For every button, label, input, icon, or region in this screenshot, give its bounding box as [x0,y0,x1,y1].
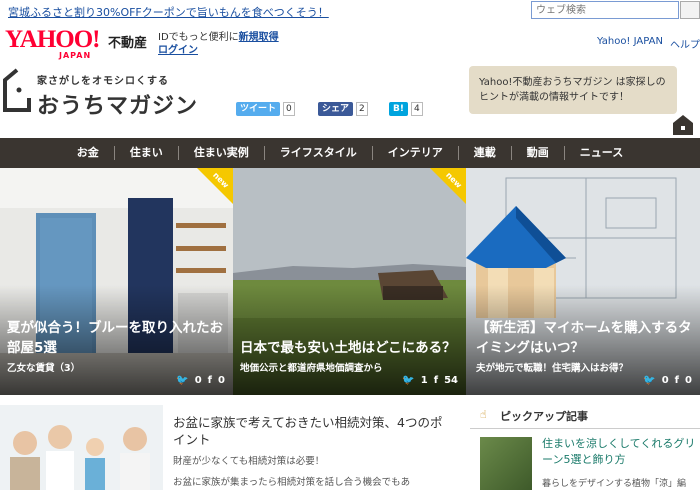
facebook-icon: f [433,375,439,386]
share-count: 2 [356,101,368,116]
twitter-icon: 🐦 [402,375,415,386]
twitter-icon: 🐦 [176,375,189,386]
help-link[interactable]: ヘルプ [670,36,700,51]
twitter-icon: 🐦 [643,375,656,386]
yahoo-logo[interactable]: YAHOO! [5,27,100,52]
like-count: 54 [444,375,458,386]
divider [470,428,700,429]
tweet-button[interactable]: ツイート [236,101,281,116]
login-link[interactable]: ログイン [158,41,198,56]
card-title: 日本で最も安い土地はどこにある？ [240,340,456,356]
card-title: 【新生活】マイホームを購入するタイミングはいつ？ [476,320,692,356]
nav-item-series[interactable]: 連載 [459,146,512,160]
card-subtitle: 地価公示と都道府県地価調査から [240,363,383,374]
tweet-count: 0 [194,375,202,386]
featured-card[interactable]: new 日本で最も安い土地はどこにある？ 地価公示と都道府県地価調査から 🐦 1 … [233,168,466,395]
brand-name[interactable]: おうちマガジン [37,88,198,120]
new-badge-icon: new [430,168,466,204]
share-widget[interactable]: シェア 2 [318,101,368,116]
hatena-widget[interactable]: B! 4 [389,101,423,116]
card-subtitle: 乙女な賃貸（3） [7,363,81,374]
featured-card[interactable]: new 夏が似合う！ブルーを取り入れたお部屋5選 乙女な賃貸（3） 🐦 0 f0 [0,168,233,395]
new-badge-icon: new [197,168,233,204]
nav-item-news[interactable]: ニュース [565,146,638,160]
yahoo-japan-link[interactable]: Yahoo! JAPAN [597,36,663,47]
nav-item-lifestyle[interactable]: ライフスタイル [265,146,373,160]
pickup-title[interactable]: 住まいを涼しくしてくれるグリーン5選と飾り方 [542,436,700,468]
tweet-widget[interactable]: ツイート 0 [236,101,295,116]
featured-card[interactable]: 【新生活】マイホームを購入するタイミングはいつ？ 夫が地元で転職！住宅購入はお得… [466,168,700,395]
service-name[interactable]: 不動産 [108,32,147,51]
facebook-icon: f [674,375,680,386]
nav-item-housing[interactable]: 住まい [115,146,179,160]
card-counts: 🐦 0 f0 [176,375,225,386]
signup-link[interactable]: 新規取得 [239,32,279,43]
promo-link[interactable]: 宮城ふるさと割り30%OFFクーポンで旨いもんを食べつくそう！ [8,4,329,20]
article-lead: 財産が少なくても相続対策は必要！ [173,456,325,467]
nav-item-video[interactable]: 動画 [512,146,565,160]
web-search-input[interactable] [531,1,679,19]
hatena-bookmark-button[interactable]: B! [389,101,408,116]
brand-tagline: 家さがしをオモシロくする [37,76,169,87]
article-title[interactable]: お盆に家族で考えておきたい相続対策、4つのポイント [173,414,443,448]
search-button[interactable] [680,1,700,19]
pointer-icon: ☝ [480,408,487,421]
tweet-count: 0 [283,101,295,116]
main-nav: お金 住まい 住まい実例 ライフスタイル インテリア 連載 動画 ニュース [0,138,700,168]
pickup-subtitle: 暮らしをデザインする植物「涼」編 [542,479,687,489]
house-logo-icon[interactable] [3,68,31,112]
card-title: 夏が似合う！ブルーを取り入れたお部屋5選 [7,320,223,356]
intro-bubble: Yahoo!不動産おうちマガジン は家探しのヒントが満載の情報サイトです！ [469,66,677,114]
facebook-icon: f [207,375,213,386]
pickup-heading: ピックアップ記事 [500,410,588,423]
yahoo-logo-sub: JAPAN [59,51,92,60]
card-subtitle: 夫が地元で転職！住宅購入はお得？ [476,363,629,374]
card-counts: 🐦 0 f0 [643,375,692,386]
hatena-count: 4 [410,101,423,116]
nav-item-interior[interactable]: インテリア [373,146,459,160]
article-thumbnail[interactable] [0,405,163,490]
article-desc: お盆に家族が集まったら相続対策を話し合う機会でもあ [173,477,411,488]
facebook-share-button[interactable]: シェア [318,101,354,116]
like-count: 0 [685,375,692,386]
tweet-count: 0 [661,375,669,386]
family-photo [0,405,163,490]
house-icon [673,115,693,135]
tweet-count: 1 [420,375,428,386]
top-bar: 宮城ふるさと割り30%OFFクーポンで旨いもんを食べつくそう！ [0,0,700,22]
pickup-thumbnail[interactable] [480,437,532,490]
nav-item-money[interactable]: お金 [62,146,115,160]
like-count: 0 [218,375,225,386]
card-counts: 🐦 1 f 54 [402,375,458,386]
nav-item-examples[interactable]: 住まい実例 [179,146,265,160]
